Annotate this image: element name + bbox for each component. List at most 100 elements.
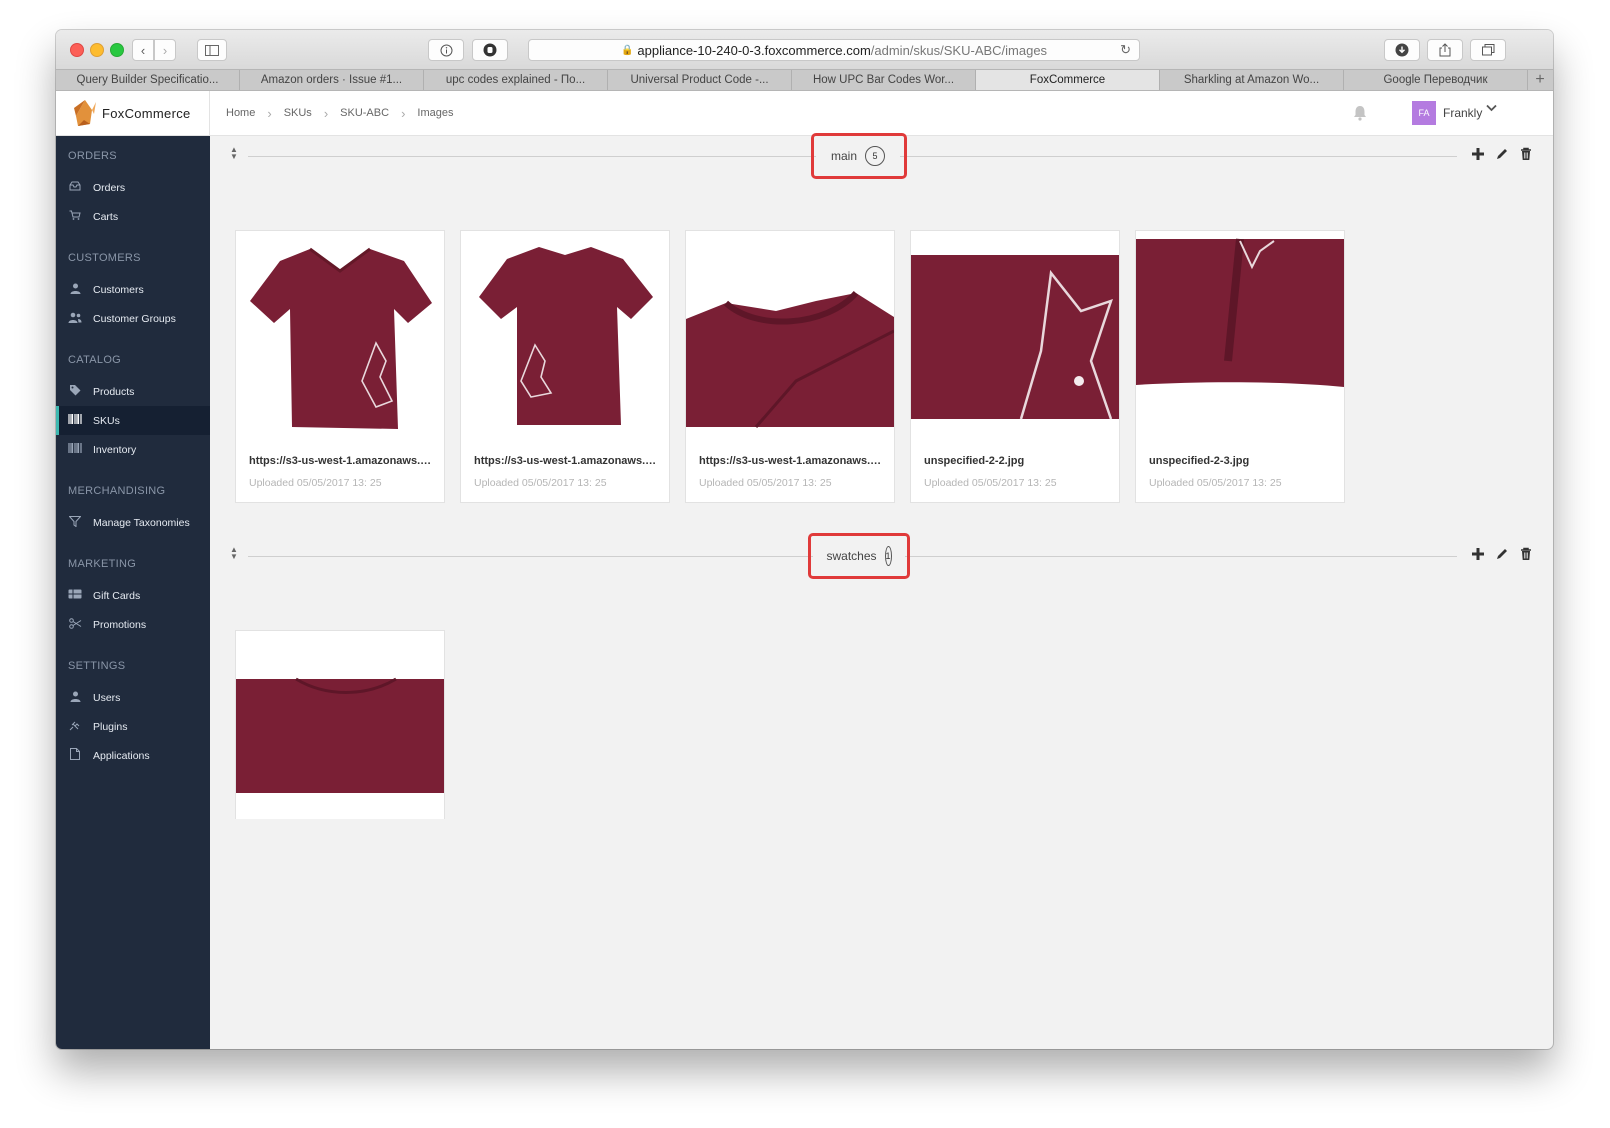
sidebar-item-gift-cards[interactable]: Gift Cards — [56, 581, 210, 610]
url-host: appliance-10-240-0-3.foxcommerce.com — [637, 42, 871, 58]
breadcrumb-images: Images — [417, 107, 454, 119]
app-header: FoxCommerce Home › SKUs › SKU-ABC › Imag… — [56, 91, 1553, 136]
minimize-window-button[interactable] — [90, 43, 104, 57]
sidebar-toggle-button[interactable] — [197, 39, 227, 61]
document-icon — [68, 748, 82, 763]
drag-handle-icon[interactable]: ▲ ▼ — [230, 546, 238, 561]
chevron-right-icon: › — [267, 105, 272, 121]
sidebar-item-orders[interactable]: Orders — [56, 173, 210, 202]
sidebar-item-carts[interactable]: Carts — [56, 202, 210, 231]
share-button[interactable] — [1427, 39, 1463, 61]
image-card[interactable]: unspecified-2-2.jpg Uploaded 05/05/2017 … — [910, 230, 1120, 503]
upload-date: Uploaded 05/05/2017 13: 25 — [474, 477, 607, 489]
bell-icon[interactable] — [1351, 104, 1369, 122]
image-thumbnail[interactable] — [911, 231, 1119, 441]
trash-icon[interactable] — [1519, 147, 1533, 161]
add-icon[interactable] — [1471, 147, 1485, 161]
sidebar-item-skus[interactable]: SKUs — [56, 406, 210, 435]
address-bar[interactable]: 🔒 appliance-10-240-0-3.foxcommerce.com/a… — [528, 39, 1140, 61]
image-name: https://s3-us-west-1.amazonaws.com/foxco… — [249, 455, 433, 467]
fox-logo-icon — [74, 100, 96, 126]
plug-icon — [68, 720, 82, 734]
inbox-icon — [68, 181, 82, 194]
chevron-down-icon[interactable] — [1486, 103, 1497, 115]
back-button[interactable]: ‹ — [132, 39, 154, 61]
close-window-button[interactable] — [70, 43, 84, 57]
sidebar-item-users[interactable]: Users — [56, 683, 210, 712]
nav-section-catalog: CATALOG — [68, 354, 122, 366]
browser-tab[interactable]: upc codes explained - По... — [424, 70, 608, 90]
breadcrumb-home[interactable]: Home — [226, 107, 255, 119]
breadcrumb-skus[interactable]: SKUs — [284, 107, 312, 119]
image-card[interactable]: https://s3-us-west-1.amazonaws.com/foxco… — [460, 230, 670, 503]
tag-icon — [68, 384, 82, 399]
image-thumbnail[interactable] — [461, 231, 669, 441]
logo[interactable]: FoxCommerce — [56, 91, 210, 135]
sidebar-item-promotions[interactable]: Promotions — [56, 610, 210, 639]
image-card[interactable] — [235, 630, 445, 819]
drag-handle-icon[interactable]: ▲ ▼ — [230, 146, 238, 161]
extension-button[interactable] — [472, 39, 508, 61]
image-group-header: ▲ ▼ main 5 — [210, 133, 1553, 179]
chevron-right-icon: › — [323, 105, 329, 121]
tab-overview-button[interactable] — [1470, 39, 1506, 61]
highlight-annotation — [808, 533, 910, 579]
tabs-icon — [1481, 44, 1494, 56]
upload-date: Uploaded 05/05/2017 13: 25 — [924, 477, 1057, 489]
sidebar-item-manage-taxonomies[interactable]: Manage Taxonomies — [56, 508, 210, 537]
image-card[interactable]: https://s3-us-west-1.amazonaws.com/foxco… — [685, 230, 895, 503]
browser-tab[interactable]: Sharkling at Amazon Wo... — [1160, 70, 1344, 90]
image-name: https://s3-us-west-1.amazonaws.com/foxco… — [699, 455, 883, 467]
nav-section-settings: SETTINGS — [68, 660, 126, 672]
image-thumbnail[interactable] — [236, 231, 444, 441]
site-info-button[interactable] — [428, 39, 464, 61]
image-name: unspecified-2-2.jpg — [924, 455, 1025, 467]
avatar[interactable]: FA — [1412, 101, 1436, 125]
breadcrumb-sku[interactable]: SKU-ABC — [340, 107, 389, 119]
nav-section-marketing: MARKETING — [68, 558, 137, 570]
user-name[interactable]: Frankly — [1443, 106, 1482, 120]
image-thumbnail[interactable] — [686, 231, 894, 441]
breadcrumb: Home › SKUs › SKU-ABC › Images — [226, 91, 453, 135]
sidebar-item-customers[interactable]: Customers — [56, 275, 210, 304]
downloads-button[interactable] — [1384, 39, 1420, 61]
gift-card-icon — [68, 589, 82, 602]
pencil-icon[interactable] — [1495, 547, 1509, 561]
browser-tab[interactable]: Query Builder Specificatio... — [56, 70, 240, 90]
sidebar-item-label: Inventory — [93, 443, 137, 456]
browser-tab[interactable]: Universal Product Code -... — [608, 70, 792, 90]
tab-strip: Query Builder Specificatio... Amazon ord… — [56, 69, 1553, 91]
browser-tab[interactable]: Google Переводчик — [1344, 70, 1528, 90]
image-group-header: ▲ ▼ swatches 1 — [210, 533, 1553, 579]
image-thumbnail[interactable] — [236, 631, 444, 819]
sidebar-item-label: Applications — [93, 749, 150, 762]
pencil-icon[interactable] — [1495, 147, 1509, 161]
browser-tab[interactable]: How UPC Bar Codes Wor... — [792, 70, 976, 90]
browser-tab-active[interactable]: FoxCommerce — [976, 70, 1160, 90]
sidebar-item-inventory[interactable]: Inventory — [56, 435, 210, 464]
image-card[interactable]: https://s3-us-west-1.amazonaws.com/foxco… — [235, 230, 445, 503]
reload-icon[interactable]: ↻ — [1120, 42, 1131, 58]
maximize-window-button[interactable] — [110, 43, 124, 57]
nav-section-merchandising: MERCHANDISING — [68, 485, 166, 497]
image-thumbnail[interactable] — [1136, 231, 1344, 441]
new-tab-button[interactable]: + — [1528, 70, 1552, 90]
users-icon — [68, 312, 82, 326]
sidebar-item-label: Orders — [93, 181, 126, 194]
sidebar-item-customer-groups[interactable]: Customer Groups — [56, 304, 210, 333]
sidebar-item-label: Customers — [93, 283, 144, 296]
add-icon[interactable] — [1471, 547, 1485, 561]
group-actions — [1471, 147, 1533, 161]
sidebar-item-label: Products — [93, 385, 135, 398]
sidebar: ORDERS Orders Carts CUSTOMERS Customers … — [56, 136, 210, 1049]
browser-toolbar: ‹ › 🔒 appliance-10-240-0-3.foxcommerce.c… — [56, 30, 1553, 69]
image-name: unspecified-2-3.jpg — [1149, 455, 1250, 467]
trash-icon[interactable] — [1519, 547, 1533, 561]
sidebar-item-plugins[interactable]: Plugins — [56, 712, 210, 741]
forward-button[interactable]: › — [154, 39, 176, 61]
image-card[interactable]: unspecified-2-3.jpg Uploaded 05/05/2017 … — [1135, 230, 1345, 503]
browser-tab[interactable]: Amazon orders · Issue #1... — [240, 70, 424, 90]
sidebar-item-products[interactable]: Products — [56, 377, 210, 406]
sidebar-item-label: SKUs — [93, 414, 120, 427]
sidebar-item-applications[interactable]: Applications — [56, 741, 210, 770]
